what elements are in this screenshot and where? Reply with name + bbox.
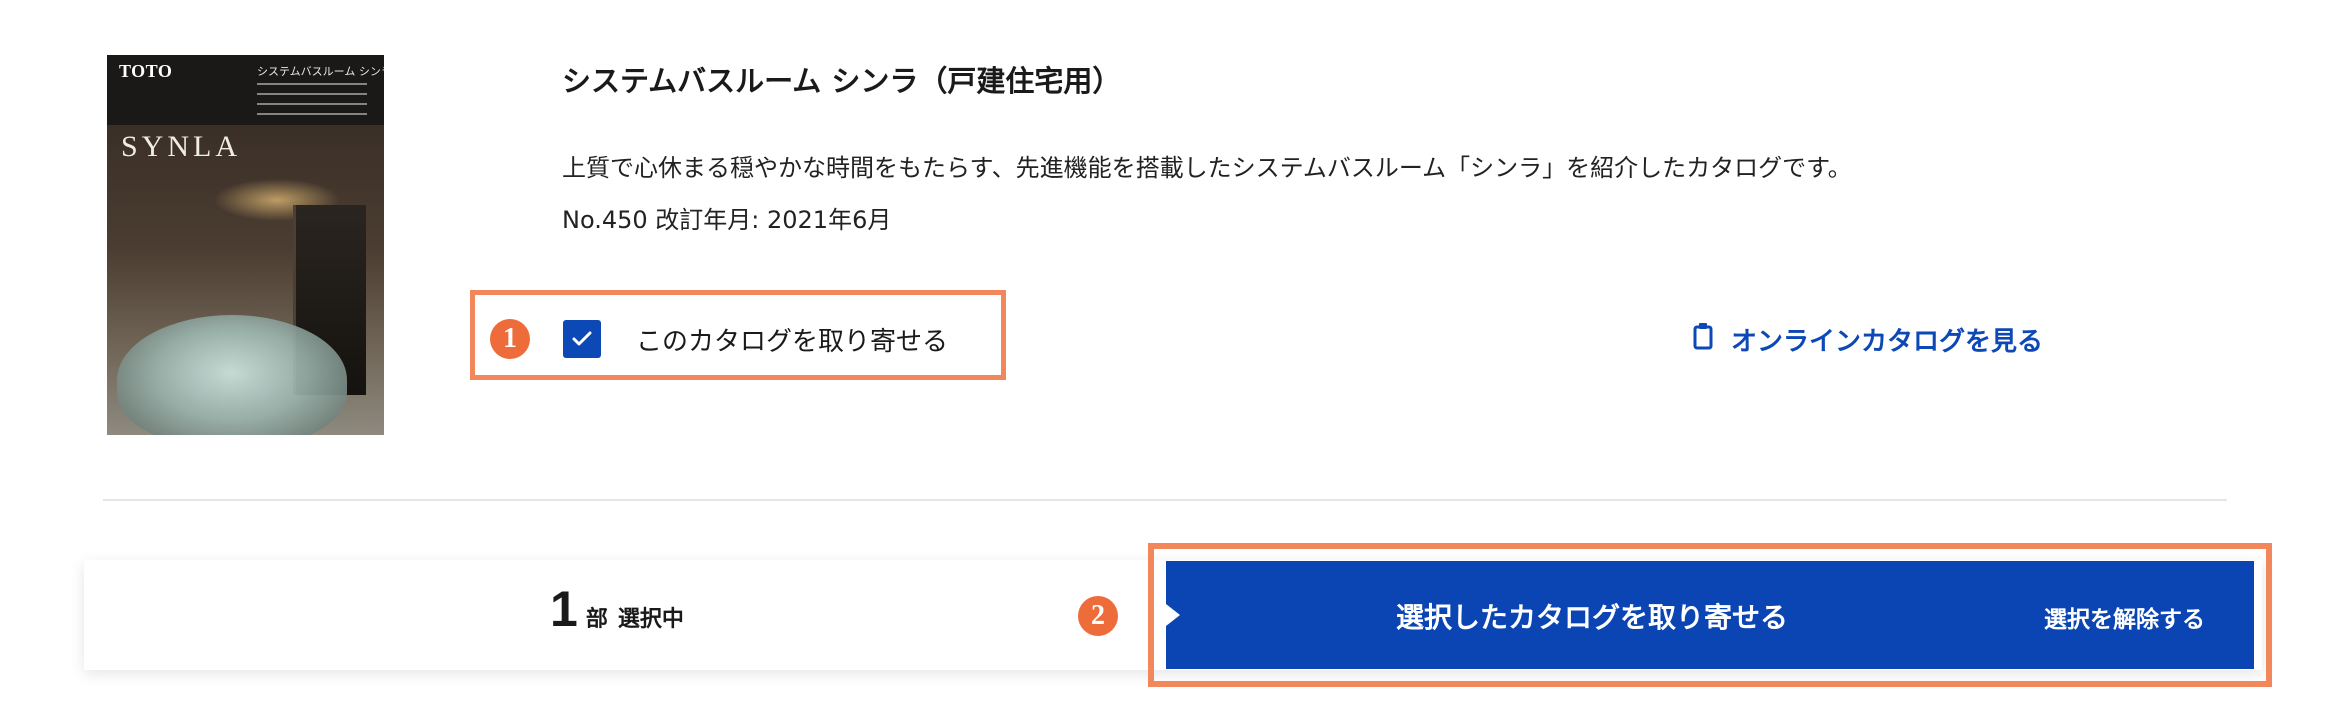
button-notch: [1166, 604, 1180, 626]
catalog-page: TOTO システムバスルーム シンラ SYNLA システムバスルーム シンラ（戸…: [0, 0, 2328, 702]
check-icon: [572, 331, 592, 346]
cover-small-text: [257, 83, 367, 123]
catalog-title: システムバスルーム シンラ（戸建住宅用）: [562, 64, 1122, 98]
book-icon: [1693, 322, 1713, 357]
online-catalog-label: オンラインカタログを見る: [1731, 326, 2044, 357]
cover-bath-photo: [107, 125, 384, 435]
request-selected-label[interactable]: 選択したカタログを取り寄せる: [1396, 596, 1788, 636]
selected-count-number: 1: [550, 581, 578, 637]
step-badge-2: 2: [1078, 596, 1118, 636]
request-catalog-checkbox[interactable]: [563, 320, 601, 358]
cover-series-title: システムバスルーム シンラ: [257, 65, 384, 78]
catalog-number-revision: No.450 改訂年月: 2021年6月: [562, 206, 892, 234]
online-catalog-link[interactable]: オンラインカタログを見る: [1693, 320, 2043, 358]
selected-count-unit: 部: [585, 607, 608, 632]
selected-status: 選択中: [617, 607, 684, 632]
clear-selection-button[interactable]: 選択を解除する: [2044, 600, 2205, 634]
catalog-cover-image[interactable]: TOTO システムバスルーム シンラ SYNLA: [107, 55, 384, 435]
request-catalog-label[interactable]: このカタログを取り寄せる: [636, 321, 948, 358]
catalog-description: 上質で心休まる穏やかな時間をもたらす、先進機能を搭載したシステムバスルーム「シン…: [562, 154, 1852, 182]
selection-count: 1 部 選択中: [550, 580, 684, 638]
section-divider: [103, 499, 2227, 501]
step-badge-1: 1: [490, 319, 530, 359]
cover-brand-logo: TOTO: [119, 61, 173, 81]
cover-product-name: SYNLA: [121, 130, 242, 163]
